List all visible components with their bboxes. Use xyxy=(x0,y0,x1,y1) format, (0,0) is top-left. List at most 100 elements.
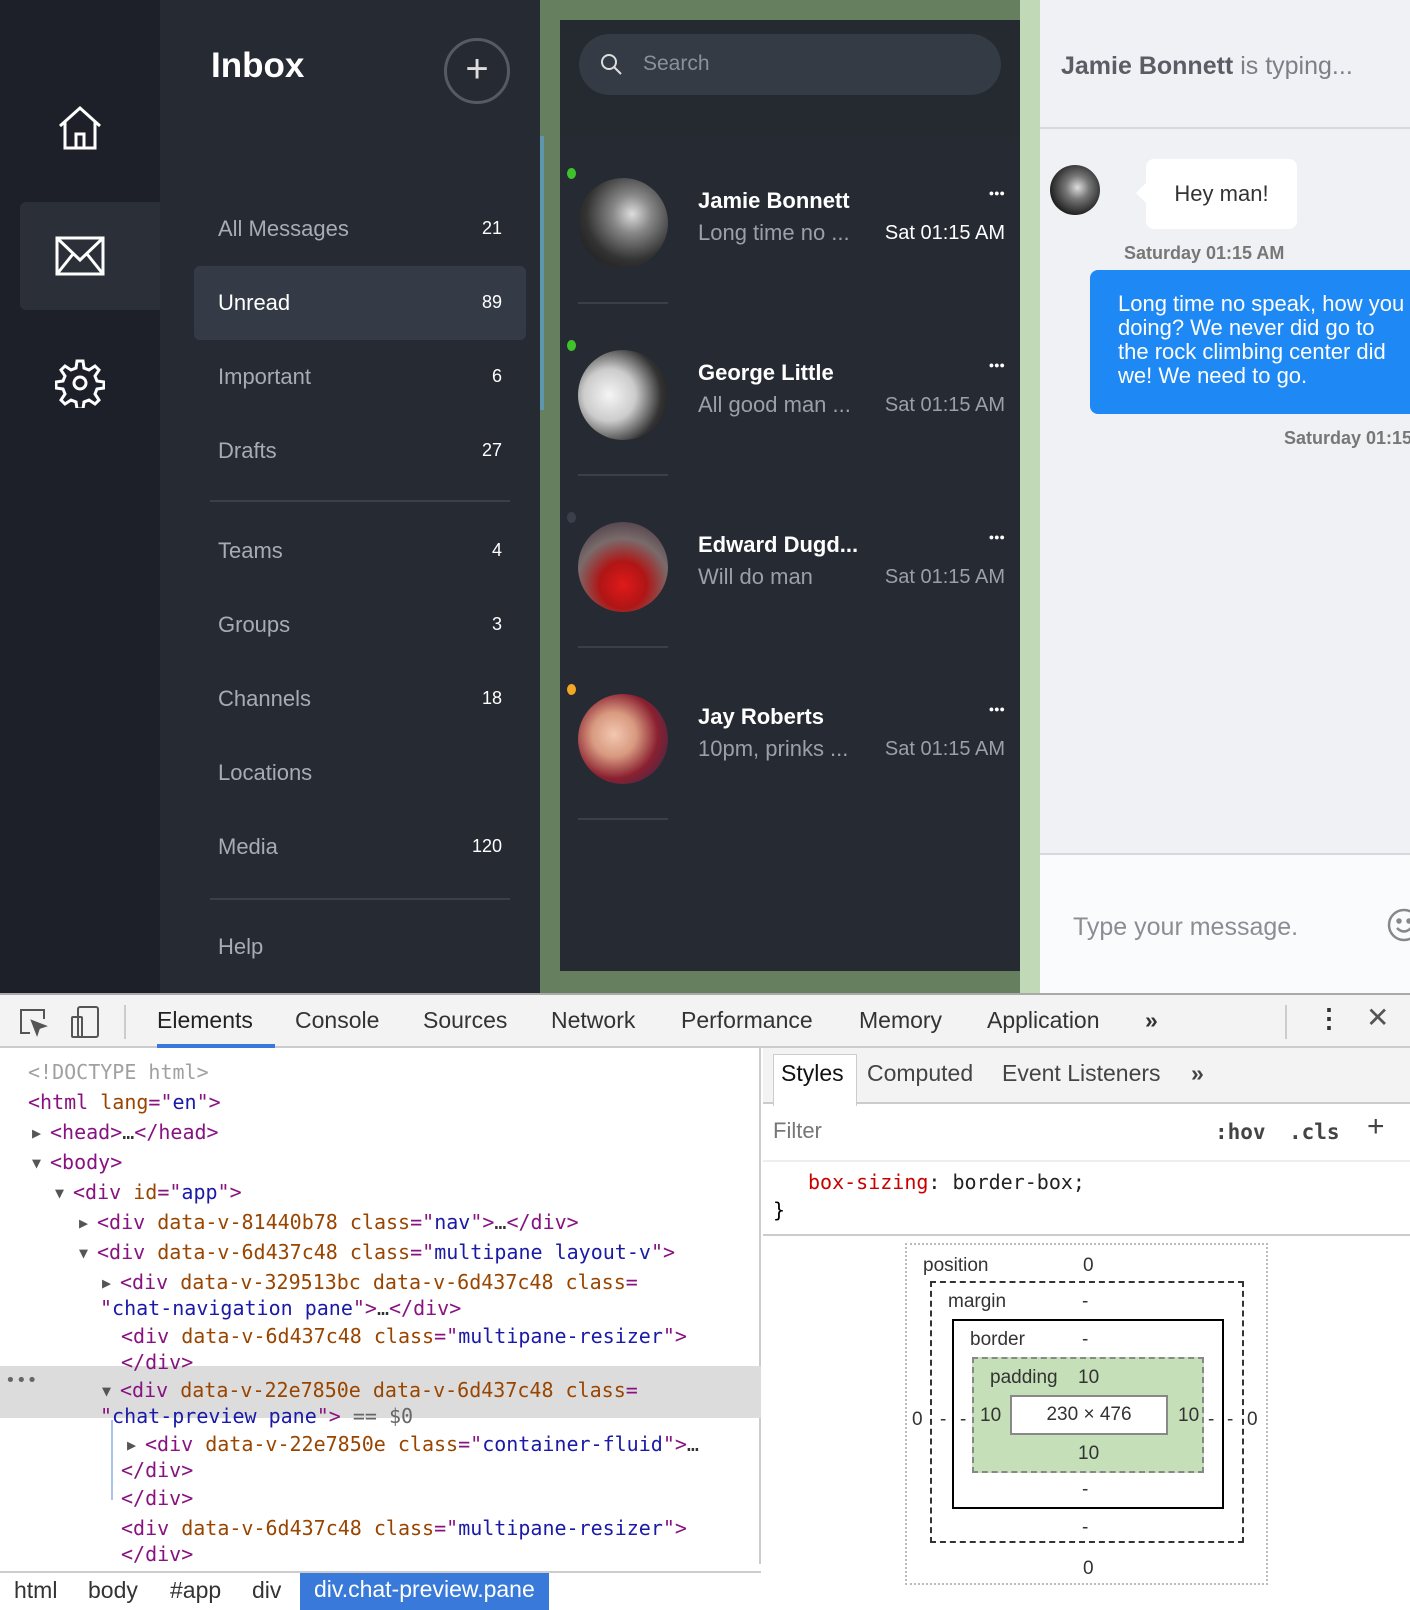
nav-item-groups[interactable]: Groups3 xyxy=(194,588,526,662)
pane-resizer[interactable] xyxy=(540,136,544,410)
margin-top[interactable]: - xyxy=(1082,1291,1088,1313)
expand-toggle-icon[interactable]: ▶ xyxy=(102,1274,111,1292)
breadcrumb-item[interactable]: html xyxy=(14,1577,57,1604)
conversation-item[interactable]: George LittleAll good man ...Sat 01:15 A… xyxy=(560,340,1020,512)
search-input[interactable]: Search xyxy=(579,34,1001,95)
more-options-icon[interactable]: ●●● xyxy=(989,704,1005,714)
breadcrumb-item[interactable]: #app xyxy=(170,1577,221,1604)
tab-network[interactable]: Network xyxy=(551,1007,635,1034)
dom-node[interactable]: <div data-v-22e7850e class="container-fl… xyxy=(145,1432,699,1456)
tab-console[interactable]: Console xyxy=(295,1007,379,1034)
css-value[interactable]: border-box; xyxy=(953,1170,1085,1194)
dom-node[interactable]: <div data-v-6d437c48 class="multipane la… xyxy=(97,1240,675,1264)
expand-toggle-icon[interactable]: ▶ xyxy=(32,1124,41,1142)
position-right[interactable]: 0 xyxy=(1247,1409,1258,1431)
filter-input[interactable]: Filter xyxy=(773,1118,822,1144)
expand-toggle-icon[interactable]: ▼ xyxy=(55,1184,64,1202)
tab-computed[interactable]: Computed xyxy=(867,1060,973,1087)
dom-node[interactable]: </div> xyxy=(121,1350,193,1374)
dom-node[interactable]: <div id="app"> xyxy=(73,1180,242,1204)
message-input[interactable]: Type your message. xyxy=(1040,853,1410,993)
dom-node[interactable]: <div data-v-329513bc data-v-6d437c48 cla… xyxy=(120,1270,638,1294)
content-size[interactable]: 230 × 476 xyxy=(1010,1395,1168,1435)
tab-memory[interactable]: Memory xyxy=(859,1007,942,1034)
new-rule-icon[interactable]: + xyxy=(1367,1110,1385,1144)
expand-toggle-icon[interactable]: ▼ xyxy=(79,1244,88,1262)
breadcrumb-item[interactable]: div.chat-preview.pane xyxy=(300,1573,549,1610)
more-options-icon[interactable]: ●●● xyxy=(989,360,1005,370)
kebab-menu-icon[interactable]: ⋮ xyxy=(1316,1003,1342,1034)
dom-node[interactable]: </div> xyxy=(121,1486,193,1510)
device-toolbar-icon[interactable] xyxy=(70,1005,100,1039)
nav-item-unread[interactable]: Unread89 xyxy=(194,266,526,340)
gear-icon[interactable] xyxy=(0,353,160,413)
nav-item-important[interactable]: Important6 xyxy=(194,340,526,414)
close-icon[interactable]: ✕ xyxy=(1366,1001,1389,1034)
dom-node[interactable]: <head>…</head> xyxy=(50,1120,219,1144)
expand-toggle-icon[interactable]: ▼ xyxy=(32,1154,41,1172)
hov-toggle[interactable]: :hov xyxy=(1215,1120,1266,1144)
more-tabs-button[interactable]: » xyxy=(1191,1060,1204,1087)
border-right[interactable]: - xyxy=(1208,1409,1214,1431)
emoji-icon[interactable] xyxy=(1386,907,1410,943)
conversation-item[interactable]: Jay Roberts10pm, prinks ...Sat 01:15 AM●… xyxy=(560,684,1020,856)
more-tabs-button[interactable]: » xyxy=(1145,1007,1158,1034)
padding-bottom[interactable]: 10 xyxy=(1078,1443,1099,1465)
more-options-icon[interactable]: ●●● xyxy=(989,188,1005,198)
dom-node[interactable]: <!DOCTYPE html> xyxy=(28,1060,209,1084)
position-bottom[interactable]: 0 xyxy=(1083,1558,1094,1580)
pane-resizer[interactable] xyxy=(1020,0,1040,993)
tab-elements[interactable]: Elements xyxy=(157,1007,253,1034)
margin-bottom[interactable]: - xyxy=(1082,1517,1088,1539)
cls-toggle[interactable]: .cls xyxy=(1289,1120,1340,1144)
nav-item-teams[interactable]: Teams4 xyxy=(194,514,526,588)
dom-node[interactable]: <div data-v-6d437c48 class="multipane-re… xyxy=(121,1516,687,1540)
conversation-item[interactable]: Edward Dugd...Will do manSat 01:15 AM●●● xyxy=(560,512,1020,684)
dom-node[interactable]: <body> xyxy=(50,1150,122,1174)
inspect-element-icon[interactable] xyxy=(18,1007,48,1037)
breadcrumb-item[interactable]: body xyxy=(88,1577,138,1604)
expand-toggle-icon[interactable]: ▶ xyxy=(127,1436,136,1454)
padding-left[interactable]: 10 xyxy=(980,1405,1001,1427)
nav-item-media[interactable]: Media120 xyxy=(194,810,526,884)
tab-event-listeners[interactable]: Event Listeners xyxy=(1002,1060,1161,1087)
add-button[interactable]: + xyxy=(444,38,510,104)
expand-toggle-icon[interactable]: ▶ xyxy=(79,1214,88,1232)
nav-item-all-messages[interactable]: All Messages21 xyxy=(194,192,526,266)
css-property[interactable]: box-sizing xyxy=(808,1170,928,1194)
dom-node[interactable]: <div data-v-81440b78 class="nav">…</div> xyxy=(97,1210,579,1234)
tab-sources[interactable]: Sources xyxy=(423,1007,507,1034)
dom-node[interactable]: "chat-navigation pane">…</div> xyxy=(100,1296,461,1320)
margin-left[interactable]: - xyxy=(940,1409,946,1431)
border-top[interactable]: - xyxy=(1082,1329,1088,1351)
node-options-icon[interactable]: ••• xyxy=(5,1370,38,1391)
tab-styles[interactable]: Styles xyxy=(781,1060,844,1087)
border-bottom[interactable]: - xyxy=(1082,1479,1088,1501)
dom-node[interactable]: "chat-preview pane"> == $0 xyxy=(100,1404,413,1428)
tab-performance[interactable]: Performance xyxy=(681,1007,813,1034)
styles-tabbar: Styles Computed Event Listeners » xyxy=(763,1048,1410,1104)
dom-node[interactable]: <html lang="en"> xyxy=(28,1090,221,1114)
border-left[interactable]: - xyxy=(960,1409,966,1431)
more-options-icon[interactable]: ●●● xyxy=(989,532,1005,542)
position-top[interactable]: 0 xyxy=(1083,1255,1094,1277)
padding-top[interactable]: 10 xyxy=(1078,1367,1099,1389)
mail-icon[interactable] xyxy=(0,226,160,286)
dom-node[interactable]: <div data-v-22e7850e data-v-6d437c48 cla… xyxy=(120,1378,638,1402)
conversation-item[interactable]: Jamie BonnettLong time no ...Sat 01:15 A… xyxy=(560,168,1020,340)
dom-token: <div xyxy=(97,1210,157,1234)
expand-toggle-icon[interactable]: ▼ xyxy=(102,1382,111,1400)
dom-node[interactable]: </div> xyxy=(121,1542,193,1566)
home-icon[interactable] xyxy=(0,98,160,158)
breadcrumb-item[interactable]: div xyxy=(252,1577,281,1604)
margin-right[interactable]: - xyxy=(1227,1409,1233,1431)
nav-item-locations[interactable]: Locations xyxy=(194,736,526,810)
nav-item-drafts[interactable]: Drafts27 xyxy=(194,414,526,488)
position-left[interactable]: 0 xyxy=(912,1409,923,1431)
nav-item-channels[interactable]: Channels18 xyxy=(194,662,526,736)
nav-item-help[interactable]: Help xyxy=(194,910,526,984)
padding-right[interactable]: 10 xyxy=(1178,1405,1199,1427)
tab-application[interactable]: Application xyxy=(987,1007,1100,1034)
dom-node[interactable]: </div> xyxy=(121,1458,193,1482)
dom-node[interactable]: <div data-v-6d437c48 class="multipane-re… xyxy=(121,1324,687,1348)
